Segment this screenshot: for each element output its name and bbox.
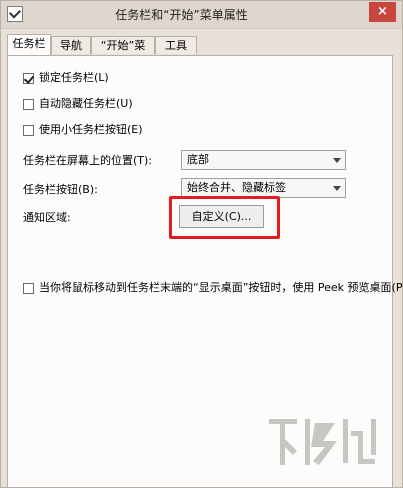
small-buttons-checkbox[interactable] <box>23 124 34 136</box>
position-label: 任务栏在屏幕上的位置(T): <box>23 154 153 167</box>
taskbar-buttons-label: 任务栏按钮(B): <box>23 183 98 196</box>
highlight-box <box>169 196 280 239</box>
lock-taskbar-checkbox[interactable] <box>23 72 34 84</box>
close-button[interactable]: × <box>369 2 396 22</box>
auto-hide-label: 自动隐藏任务栏(U) <box>39 97 133 110</box>
watermark-glyphs <box>269 419 376 465</box>
window-title: 任务栏和“开始”菜单属性 <box>115 8 248 22</box>
lock-taskbar-option[interactable]: 锁定任务栏(L) <box>23 70 109 86</box>
tab-toolbars[interactable]: 工具栏 <box>155 36 197 70</box>
lock-taskbar-label: 锁定任务栏(L) <box>39 71 109 84</box>
tab-start-menu[interactable]: “开始”菜单 <box>91 36 155 70</box>
auto-hide-option[interactable]: 自动隐藏任务栏(U) <box>23 96 133 112</box>
peek-checkbox[interactable] <box>23 282 34 294</box>
auto-hide-checkbox[interactable] <box>23 98 34 110</box>
tab-taskbar[interactable]: 任务栏 <box>7 34 51 55</box>
taskbar-buttons-select[interactable]: 始终合并、隐藏标签 <box>181 178 346 198</box>
dropdown-arrow-icon <box>333 186 341 191</box>
peek-option[interactable]: 当你将鼠标移动到任务栏末端的“显示桌面”按钮时，使用 Peek 预览桌面(P) <box>23 280 403 296</box>
taskbar-properties-window: 任务栏和“开始”菜单属性 × 任务栏 导航 “开始”菜单 工具栏 锁定任务栏(L… <box>0 0 403 488</box>
watermark-logo <box>269 419 376 465</box>
taskbar-buttons-value: 始终合并、隐藏标签 <box>187 181 286 194</box>
peek-label: 当你将鼠标移动到任务栏末端的“显示桌面”按钮时，使用 Peek 预览桌面(P) <box>39 281 403 294</box>
position-select[interactable]: 底部 <box>181 150 346 170</box>
close-icon: × <box>377 4 388 19</box>
title-bar: 任务栏和“开始”菜单属性 × <box>1 1 402 29</box>
small-buttons-label: 使用小任务栏按钮(E) <box>39 123 143 136</box>
dropdown-arrow-icon <box>333 158 341 163</box>
position-value: 底部 <box>187 153 209 166</box>
notification-area-label: 通知区域: <box>23 211 71 224</box>
small-buttons-option[interactable]: 使用小任务栏按钮(E) <box>23 122 143 138</box>
tab-navigation[interactable]: 导航 <box>51 36 91 54</box>
